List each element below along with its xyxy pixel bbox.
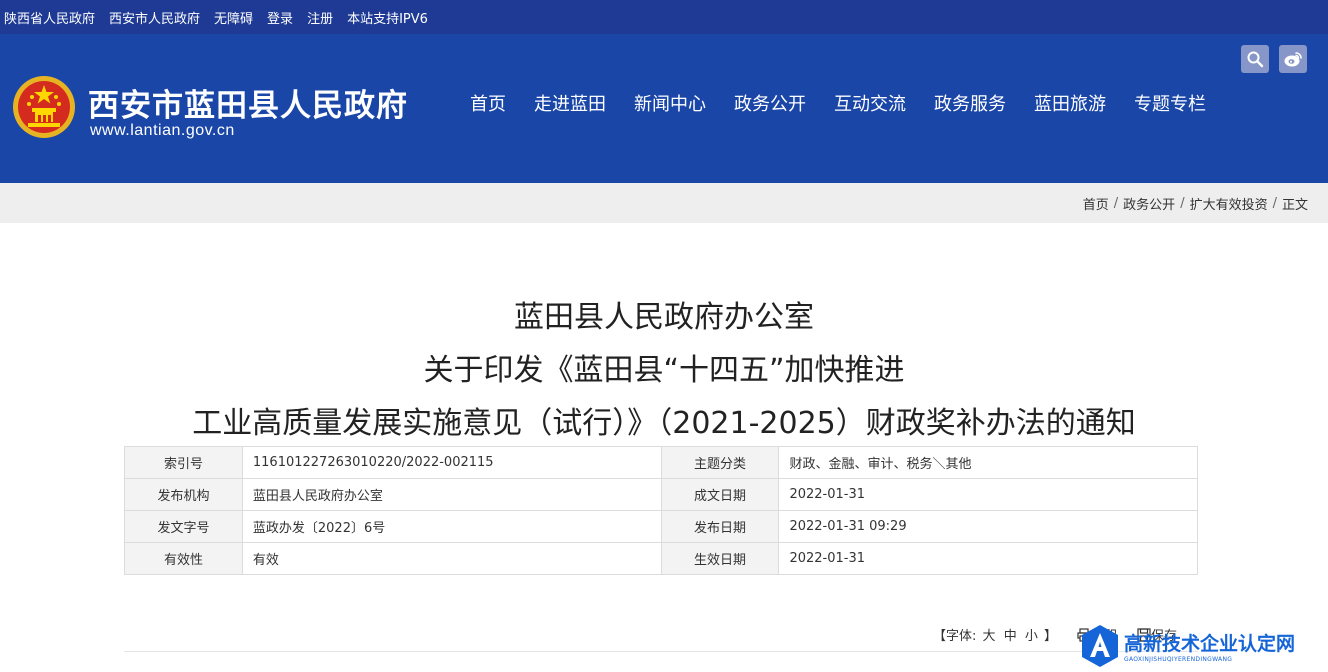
link-accessibility[interactable]: 无障碍 [214, 8, 253, 27]
ipv6-notice[interactable]: 本站支持IPV6 [347, 8, 428, 27]
table-row: 发布机构 蓝田县人民政府办公室 成文日期 2022-01-31 [124, 478, 1198, 511]
meta-value: 蓝政办发〔2022〕6号 [241, 510, 662, 543]
watermark-cn: 高新技术企业认定网 [1124, 633, 1296, 655]
meta-value: 2022-01-31 [778, 542, 1198, 575]
content-divider [124, 651, 1198, 652]
site-title[interactable]: 西安市蓝田县人民政府 [88, 80, 408, 125]
search-button[interactable] [1241, 45, 1269, 73]
meta-value: 2022-01-31 09:29 [778, 510, 1198, 543]
breadcrumb-separator: / [1180, 195, 1185, 211]
link-shaanxi-gov[interactable]: 陕西省人民政府 [4, 8, 95, 27]
document-meta-table: 索引号 116101227263010220/2022-002115 主题分类 … [124, 446, 1198, 575]
table-row: 发文字号 蓝政办发〔2022〕6号 发布日期 2022-01-31 09:29 [124, 510, 1198, 543]
link-login[interactable]: 登录 [267, 8, 293, 27]
breadcrumb-separator: / [1113, 195, 1119, 211]
font-size-medium[interactable]: 中 [1004, 629, 1017, 644]
meta-key: 发文字号 [124, 510, 243, 543]
nav-news[interactable]: 新闻中心 [634, 90, 706, 116]
nav-about-lantian[interactable]: 走进蓝田 [534, 90, 606, 116]
meta-key: 发布机构 [124, 478, 243, 511]
watermark-text: 高新技术企业认定网 GAOXINJISHUQIYERENDINGWANG [1124, 629, 1295, 663]
article-content: 蓝田县人民政府办公室 关于印发《蓝田县“十四五”加快推进 工业高质量发展实施意见… [0, 223, 1328, 672]
breadcrumb: 首页 / 政务公开 / 扩大有效投资 / 正文 [0, 183, 1328, 223]
nav-gov-affairs[interactable]: 政务公开 [734, 90, 806, 116]
font-size-selector: 【字体: 大 中 小 】 [933, 625, 1057, 644]
breadcrumb-separator: / [1272, 195, 1277, 211]
breadcrumb-investment[interactable]: 扩大有效投资 [1190, 194, 1268, 213]
meta-value: 蓝田县人民政府办公室 [241, 478, 662, 511]
breadcrumb-home[interactable]: 首页 [1083, 194, 1109, 213]
main-nav: 首页 走进蓝田 新闻中心 政务公开 互动交流 政务服务 蓝田旅游 专题专栏 [456, 90, 1220, 116]
breadcrumb-gov-affairs[interactable]: 政务公开 [1123, 194, 1175, 213]
watermark: 高新技术企业认定网 GAOXINJISHUQIYERENDINGWANG [1080, 620, 1328, 672]
site-url: www.lantian.gov.cn [90, 122, 235, 139]
weibo-button[interactable] [1279, 45, 1307, 73]
top-utility-bar: 陕西省人民政府 西安市人民政府 无障碍 登录 注册 本站支持IPV6 [0, 0, 1328, 34]
breadcrumb-current: 正文 [1281, 197, 1308, 213]
search-icon [1247, 51, 1264, 68]
meta-key: 生效日期 [660, 542, 780, 575]
watermark-en: GAOXINJISHUQIYERENDINGWANG [1124, 656, 1233, 663]
meta-key: 发布日期 [660, 510, 780, 543]
national-emblem-icon [13, 76, 75, 138]
nav-home[interactable]: 首页 [470, 90, 506, 116]
nav-topics[interactable]: 专题专栏 [1134, 90, 1206, 116]
title-line-3: 工业高质量发展实施意见（试行）》（2021-2025）财政奖补办法的通知 [192, 406, 1136, 441]
link-xian-gov[interactable]: 西安市人民政府 [109, 8, 200, 27]
table-row: 索引号 116101227263010220/2022-002115 主题分类 … [124, 446, 1198, 479]
document-title: 蓝田县人民政府办公室 关于印发《蓝田县“十四五”加快推进 工业高质量发展实施意见… [0, 291, 1328, 450]
font-size-label: 【字体: [933, 629, 977, 644]
meta-key: 有效性 [124, 542, 243, 575]
site-header: 西安市蓝田县人民政府 www.lantian.gov.cn 首页 走进蓝田 新闻… [0, 34, 1328, 183]
title-line-2: 关于印发《蓝田县“十四五”加快推进 [423, 353, 905, 388]
watermark-logo-icon [1082, 625, 1118, 667]
meta-key: 索引号 [124, 446, 243, 479]
nav-interaction[interactable]: 互动交流 [834, 90, 906, 116]
meta-key: 成文日期 [660, 478, 780, 511]
font-size-close: 】 [1044, 629, 1058, 644]
meta-value: 财政、金融、审计、税务＼其他 [778, 446, 1198, 479]
font-size-small[interactable]: 小 [1025, 629, 1038, 644]
meta-value: 116101227263010220/2022-002115 [241, 446, 662, 479]
meta-value: 有效 [241, 542, 662, 575]
weibo-icon [1284, 52, 1302, 67]
nav-tourism[interactable]: 蓝田旅游 [1034, 90, 1106, 116]
meta-value: 2022-01-31 [778, 478, 1198, 511]
table-row: 有效性 有效 生效日期 2022-01-31 [124, 542, 1198, 575]
font-size-large[interactable]: 大 [983, 629, 996, 644]
title-line-1: 蓝田县人民政府办公室 [514, 300, 814, 335]
nav-gov-service[interactable]: 政务服务 [934, 90, 1006, 116]
link-register[interactable]: 注册 [307, 8, 333, 27]
meta-key: 主题分类 [660, 446, 780, 479]
